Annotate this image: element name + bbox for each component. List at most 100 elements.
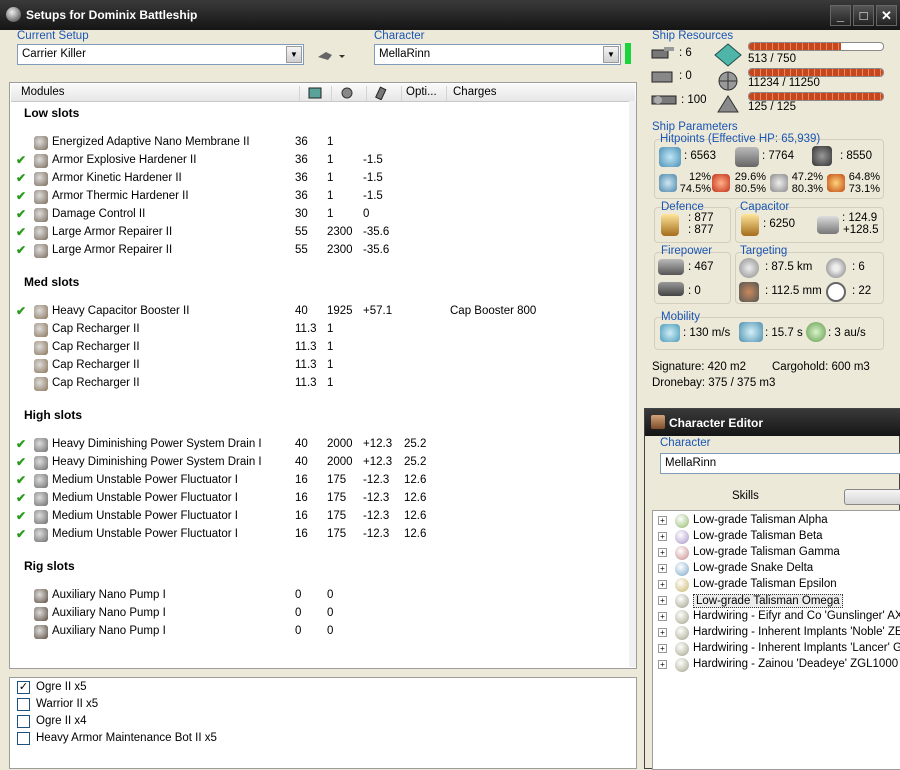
module-cpu: 40	[295, 456, 308, 468]
drone-checkbox[interactable]: ✓	[17, 681, 30, 694]
expand-icon[interactable]: +	[658, 516, 667, 525]
module-row[interactable]: ✔ Heavy Capacitor Booster II 40 1925 +57.1 Ca…	[16, 303, 616, 321]
active-check-icon[interactable]: ✔	[16, 243, 26, 257]
col-powergrid[interactable]	[332, 86, 367, 101]
module-row[interactable]: ✔ Medium Unstable Power Fluctuator I 16 175…	[16, 526, 616, 544]
kinetic-resist: 47.2% 80.3%	[789, 171, 823, 195]
module-row[interactable]: Auxiliary Nano Pump I 0 0	[16, 587, 616, 605]
module-row[interactable]: ✔ Heavy Diminishing Power System Drain I 4…	[16, 454, 616, 472]
module-row[interactable]: Auxiliary Nano Pump I 0 0	[16, 605, 616, 623]
col-optimal[interactable]: Opti...	[402, 86, 447, 101]
module-row[interactable]: Auxiliary Nano Pump I 0 0	[16, 623, 616, 641]
active-check-icon[interactable]: ✔	[16, 207, 26, 221]
active-check-icon[interactable]: ✔	[16, 455, 26, 469]
col-charges[interactable]: Charges	[447, 86, 635, 101]
module-row[interactable]: ✔ Heavy Diminishing Power System Drain I 4…	[16, 436, 616, 454]
expand-icon[interactable]: +	[658, 580, 667, 589]
module-row[interactable]: ✔ Large Armor Repairer II 55 2300 -35.6	[16, 224, 616, 242]
module-row[interactable]: Energized Adaptive Nano Membrane II 36 1	[16, 134, 616, 152]
active-check-icon[interactable]: ✔	[16, 437, 26, 451]
module-powergrid: 0	[327, 589, 334, 601]
active-check-icon[interactable]: ✔	[16, 304, 26, 318]
module-row[interactable]: Cap Recharger II 11.3 1	[16, 357, 616, 375]
module-optimal: 12.6	[404, 492, 427, 504]
expand-icon[interactable]: +	[658, 532, 667, 541]
skills-button[interactable]	[844, 489, 900, 505]
implant-tree-item[interactable]: + Low-grade Snake Delta	[653, 561, 900, 577]
module-row[interactable]: ✔ Large Armor Repairer II 55 2300 -35.6	[16, 242, 616, 260]
module-row[interactable]: ✔ Medium Unstable Power Fluctuator I 16 175…	[16, 490, 616, 508]
maximize-button[interactable]: □	[853, 5, 874, 26]
implant-tree-item[interactable]: + Low-grade Talisman Omega	[653, 593, 900, 609]
active-check-icon[interactable]: ✔	[16, 189, 26, 203]
expand-icon[interactable]: +	[658, 628, 667, 637]
module-cpu: 36	[295, 136, 308, 148]
module-powergrid: 1	[327, 208, 334, 220]
current-setup-combo[interactable]: Carrier Killer ▼	[17, 44, 304, 65]
expand-icon[interactable]: +	[658, 548, 667, 557]
col-cpu[interactable]	[300, 86, 332, 101]
implant-tree-item[interactable]: + Hardwiring - Eifyr and Co 'Gunslinger' …	[653, 609, 900, 625]
repair-icon	[661, 214, 679, 236]
implant-tree-item[interactable]: + Low-grade Talisman Beta	[653, 529, 900, 545]
module-name: Auxiliary Nano Pump I	[52, 607, 166, 619]
module-capacitor: 0	[363, 208, 370, 220]
drone-checkbox[interactable]	[17, 732, 30, 745]
active-check-icon[interactable]: ✔	[16, 509, 26, 523]
implant-tree-item[interactable]: + Low-grade Talisman Epsilon	[653, 577, 900, 593]
module-row[interactable]: ✔ Armor Explosive Hardener II 36 1 -1.5	[16, 152, 616, 170]
implant-tree-item[interactable]: + Hardwiring - Inherent Implants 'Lancer'…	[653, 641, 900, 657]
chevron-down-icon[interactable]: ▼	[603, 46, 619, 63]
module-row[interactable]: ✔ Medium Unstable Power Fluctuator I 16 175…	[16, 472, 616, 490]
drone-checkbox[interactable]	[17, 715, 30, 728]
character-combo[interactable]: MellaRinn ▼	[374, 44, 621, 65]
col-capacitor[interactable]	[367, 86, 402, 101]
implant-tree-item[interactable]: + Hardwiring - Zainou 'Deadeye' ZGL1000	[653, 657, 900, 673]
module-row[interactable]: ✔ Armor Thermic Hardener II 36 1 -1.5	[16, 188, 616, 206]
module-row[interactable]: Cap Recharger II 11.3 1	[16, 375, 616, 393]
active-check-icon[interactable]: ✔	[16, 225, 26, 239]
module-row[interactable]: Cap Recharger II 11.3 1	[16, 321, 616, 339]
expand-icon[interactable]: +	[658, 612, 667, 621]
title-bar[interactable]: Setups for Dominix Battleship _ □ ✕	[0, 0, 900, 30]
module-name: Cap Recharger II	[52, 377, 140, 389]
drone-checkbox[interactable]	[17, 698, 30, 711]
module-capacitor: -12.3	[363, 528, 390, 540]
active-check-icon[interactable]: ✔	[16, 473, 26, 487]
ce-character-field[interactable]: MellaRinn	[660, 453, 900, 474]
cargohold-value: Cargohold: 600 m3	[772, 361, 870, 373]
setup-menu-button[interactable]	[316, 47, 346, 64]
character-editor-title-bar[interactable]: Character Editor	[645, 409, 900, 436]
scrollbar[interactable]	[629, 101, 636, 667]
module-name: Large Armor Repairer II	[52, 226, 173, 238]
dronebay-value: Dronebay: 375 / 375 m3	[652, 377, 776, 389]
implant-tree-item[interactable]: + Low-grade Talisman Gamma	[653, 545, 900, 561]
minimize-button[interactable]: _	[830, 5, 851, 26]
module-cpu: 16	[295, 528, 308, 540]
active-check-icon[interactable]: ✔	[16, 527, 26, 541]
module-powergrid: 0	[327, 625, 334, 637]
active-check-icon[interactable]: ✔	[16, 153, 26, 167]
module-row[interactable]: ✔ Medium Unstable Power Fluctuator I 16 175…	[16, 508, 616, 526]
implant-icon	[675, 562, 689, 576]
module-cpu: 16	[295, 510, 308, 522]
implant-tree-item[interactable]: + Low-grade Talisman Alpha	[653, 513, 900, 529]
col-modules[interactable]: Modules	[13, 86, 300, 101]
module-row[interactable]: ✔ Armor Kinetic Hardener II 36 1 -1.5	[16, 170, 616, 188]
implant-tree-item[interactable]: + Hardwiring - Inherent Implants 'Noble' …	[653, 625, 900, 641]
implant-icon	[675, 546, 689, 560]
expand-icon[interactable]: +	[658, 564, 667, 573]
module-capacitor: -12.3	[363, 492, 390, 504]
thermal-resist-icon	[712, 174, 730, 192]
module-row[interactable]: Cap Recharger II 11.3 1	[16, 339, 616, 357]
chevron-down-icon[interactable]: ▼	[286, 46, 302, 63]
expand-icon[interactable]: +	[658, 596, 667, 605]
active-check-icon[interactable]: ✔	[16, 171, 26, 185]
active-check-icon[interactable]: ✔	[16, 491, 26, 505]
expand-icon[interactable]: +	[658, 660, 667, 669]
close-button[interactable]: ✕	[876, 5, 897, 26]
character-editor-icon	[651, 415, 665, 429]
expand-icon[interactable]: +	[658, 644, 667, 653]
armor-hp: : 7764	[762, 150, 794, 162]
module-row[interactable]: ✔ Damage Control II 30 1 0	[16, 206, 616, 224]
